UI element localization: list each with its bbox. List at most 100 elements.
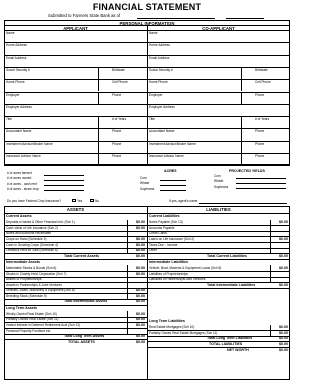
current-assets-item-label: Cash in Growing Crops (Schedule 4): [6, 242, 58, 247]
current-assets-item-value[interactable]: $0.00: [127, 220, 145, 224]
applicant-header: APPLICANT: [63, 25, 88, 31]
intermediate-assets-item-value[interactable]: $0.00: [127, 288, 145, 292]
applicant-field-label: Accountant Name: [6, 129, 32, 134]
coapplicant-field-label: Employer Address: [149, 104, 175, 109]
acres-label: ACRES: [164, 169, 177, 173]
acres-item-field[interactable]: [44, 174, 84, 176]
intermediate-assets-item-label: Assets in Partnerships & Joint Ventures: [6, 282, 62, 287]
divider: [241, 66, 242, 80]
total-liabilities-label: TOTAL LIABILITIES: [209, 341, 243, 346]
crop-acres-field[interactable]: [160, 190, 186, 192]
coapplicant-field-label: Email Address: [149, 55, 170, 60]
coapplicant-field-label: Title: [149, 117, 155, 122]
applicant-field-label: Investment Advisor/Broker Name: [6, 141, 53, 146]
center-divider: [147, 206, 148, 380]
projected-yield-field[interactable]: [236, 177, 286, 179]
divider: [241, 91, 242, 104]
coapplicant-field-label: Phone: [255, 129, 265, 134]
intermediate-liabilities-item-value[interactable]: $0.00: [270, 266, 288, 270]
acres-item-field[interactable]: [44, 179, 84, 181]
acres-item-field[interactable]: [44, 185, 84, 187]
divider: [4, 79, 290, 81]
divider: [4, 128, 290, 130]
current-assets-item-label: Deposits in banks & Other Financial Inst…: [6, 220, 75, 225]
intermediate-assets-item-value[interactable]: $0.00: [127, 266, 145, 270]
current-liabilities-title: Current Liabilities: [149, 214, 180, 218]
net-worth-label: NET WORTH: [227, 347, 249, 352]
divider: [241, 116, 242, 129]
longterm-assets-item-value[interactable]: $0.00: [127, 312, 145, 316]
agent-name-label: If yes, agent's name: [169, 199, 198, 203]
intermediate-assets-item-value[interactable]: $0.00: [127, 272, 145, 276]
current-liabilities-item-value[interactable]: $0.00: [270, 237, 288, 241]
coapplicant-field-label: Social Security #: [149, 67, 173, 72]
coapplicant-field-label: Phone: [255, 154, 265, 158]
divider: [98, 128, 99, 141]
divider: [4, 116, 290, 118]
applicant-field-label: Phone: [112, 141, 122, 146]
page-title: FINANCIAL STATEMENT: [92, 2, 202, 12]
projected-yield-field[interactable]: [236, 182, 286, 184]
longterm-assets-item-value[interactable]: $0.00: [127, 317, 145, 321]
divider: [98, 116, 99, 129]
intermediate-assets-item-label: Breeding Stock (Schedule 9): [6, 294, 47, 298]
longterm-assets-item-value[interactable]: $0.00: [127, 323, 145, 327]
applicant-field-label: Social Security #: [6, 67, 30, 72]
crop-acres-label: Corn: [140, 176, 147, 180]
current-assets-item-value[interactable]: $0.00: [127, 237, 145, 241]
intermediate-assets-item-value[interactable]: $0.00: [127, 294, 145, 298]
intermediate-assets-item-label: Stocks in Closely Held Corporation (Sch …: [6, 271, 67, 276]
projected-yield-label: Wheat: [214, 179, 224, 184]
divider: [4, 66, 290, 68]
applicant-field-label: Home Phone: [6, 80, 25, 85]
crop-insurance-no-checkbox[interactable]: [90, 198, 94, 202]
intermediate-assets-title: Intermediate Assets: [6, 259, 41, 264]
agent-name-field[interactable]: [199, 203, 287, 204]
projected-yield-label: Corn: [214, 174, 221, 178]
intermediate-assets-total-value: $0.00: [136, 299, 145, 304]
longterm-assets-item-label: Personal Property Furniture etc: [6, 328, 51, 333]
divider: [98, 140, 99, 153]
applicant-field-label: Home Address: [6, 43, 27, 48]
current-assets-item-value[interactable]: $0.00: [127, 226, 145, 230]
acres-item-label: # of acres - share crop: [7, 186, 39, 191]
divider: [4, 54, 290, 56]
applicant-field-label: Employer Address: [6, 104, 32, 109]
divider: [4, 165, 290, 167]
current-liabilities-item-value[interactable]: $0.00: [270, 220, 288, 224]
longterm-liabilities-total-value: $0.00: [279, 336, 288, 341]
longterm-liabilities-item-label: Partially Owned Real Estate Mortgages (S…: [149, 330, 218, 335]
acres-item-field[interactable]: [44, 190, 84, 192]
current-liabilities-item-label: Other: [149, 248, 157, 253]
longterm-liabilities-title: Long Term Liabilities: [149, 319, 185, 323]
divider: [241, 140, 242, 153]
current-assets-item-value[interactable]: $0.00: [127, 248, 145, 252]
longterm-assets-total-value: $0.00: [136, 333, 145, 338]
divider: [241, 153, 242, 166]
applicant-field-label: Insurance Advisor Name: [6, 154, 41, 158]
applicant-field-label: Email Address: [6, 55, 27, 60]
acres-item-label: # of acres owned: [7, 176, 32, 181]
crop-acres-field[interactable]: [160, 179, 186, 181]
net-worth-value: $0.00: [279, 347, 288, 352]
subtitle: Submitted to Farmers State Bank as of: [48, 13, 121, 18]
divider: [241, 79, 242, 92]
applicant-field-label: Employer: [6, 92, 20, 97]
intermediate-assets-item-label: Assets of Proprietorships: [6, 277, 42, 282]
as-of-date-field[interactable]: [137, 18, 215, 19]
crop-acres-field[interactable]: [160, 184, 186, 186]
current-liabilities-item-label: Credit Cards: [149, 231, 167, 236]
longterm-liabilities-total-label: Total Long Term Liabilities: [207, 336, 253, 341]
current-assets-item-value[interactable]: $0.00: [127, 243, 145, 247]
longterm-liabilities-item-value[interactable]: $0.00: [270, 331, 288, 335]
projected-yield-field[interactable]: [236, 188, 286, 190]
applicant-field-label: # of Years: [112, 117, 127, 122]
divider: [147, 287, 290, 289]
as-of-date-field-2[interactable]: [226, 18, 264, 19]
coapplicant-field-label: Investment Advisor/Broker Name: [149, 141, 196, 146]
crop-insurance-yes-checkbox[interactable]: [72, 198, 76, 202]
crop-insurance-no-label: No: [95, 199, 100, 203]
coapplicant-field-label: Employer: [149, 92, 163, 97]
center-divider: [147, 25, 148, 165]
longterm-liabilities-item-value[interactable]: $0.00: [270, 325, 288, 329]
